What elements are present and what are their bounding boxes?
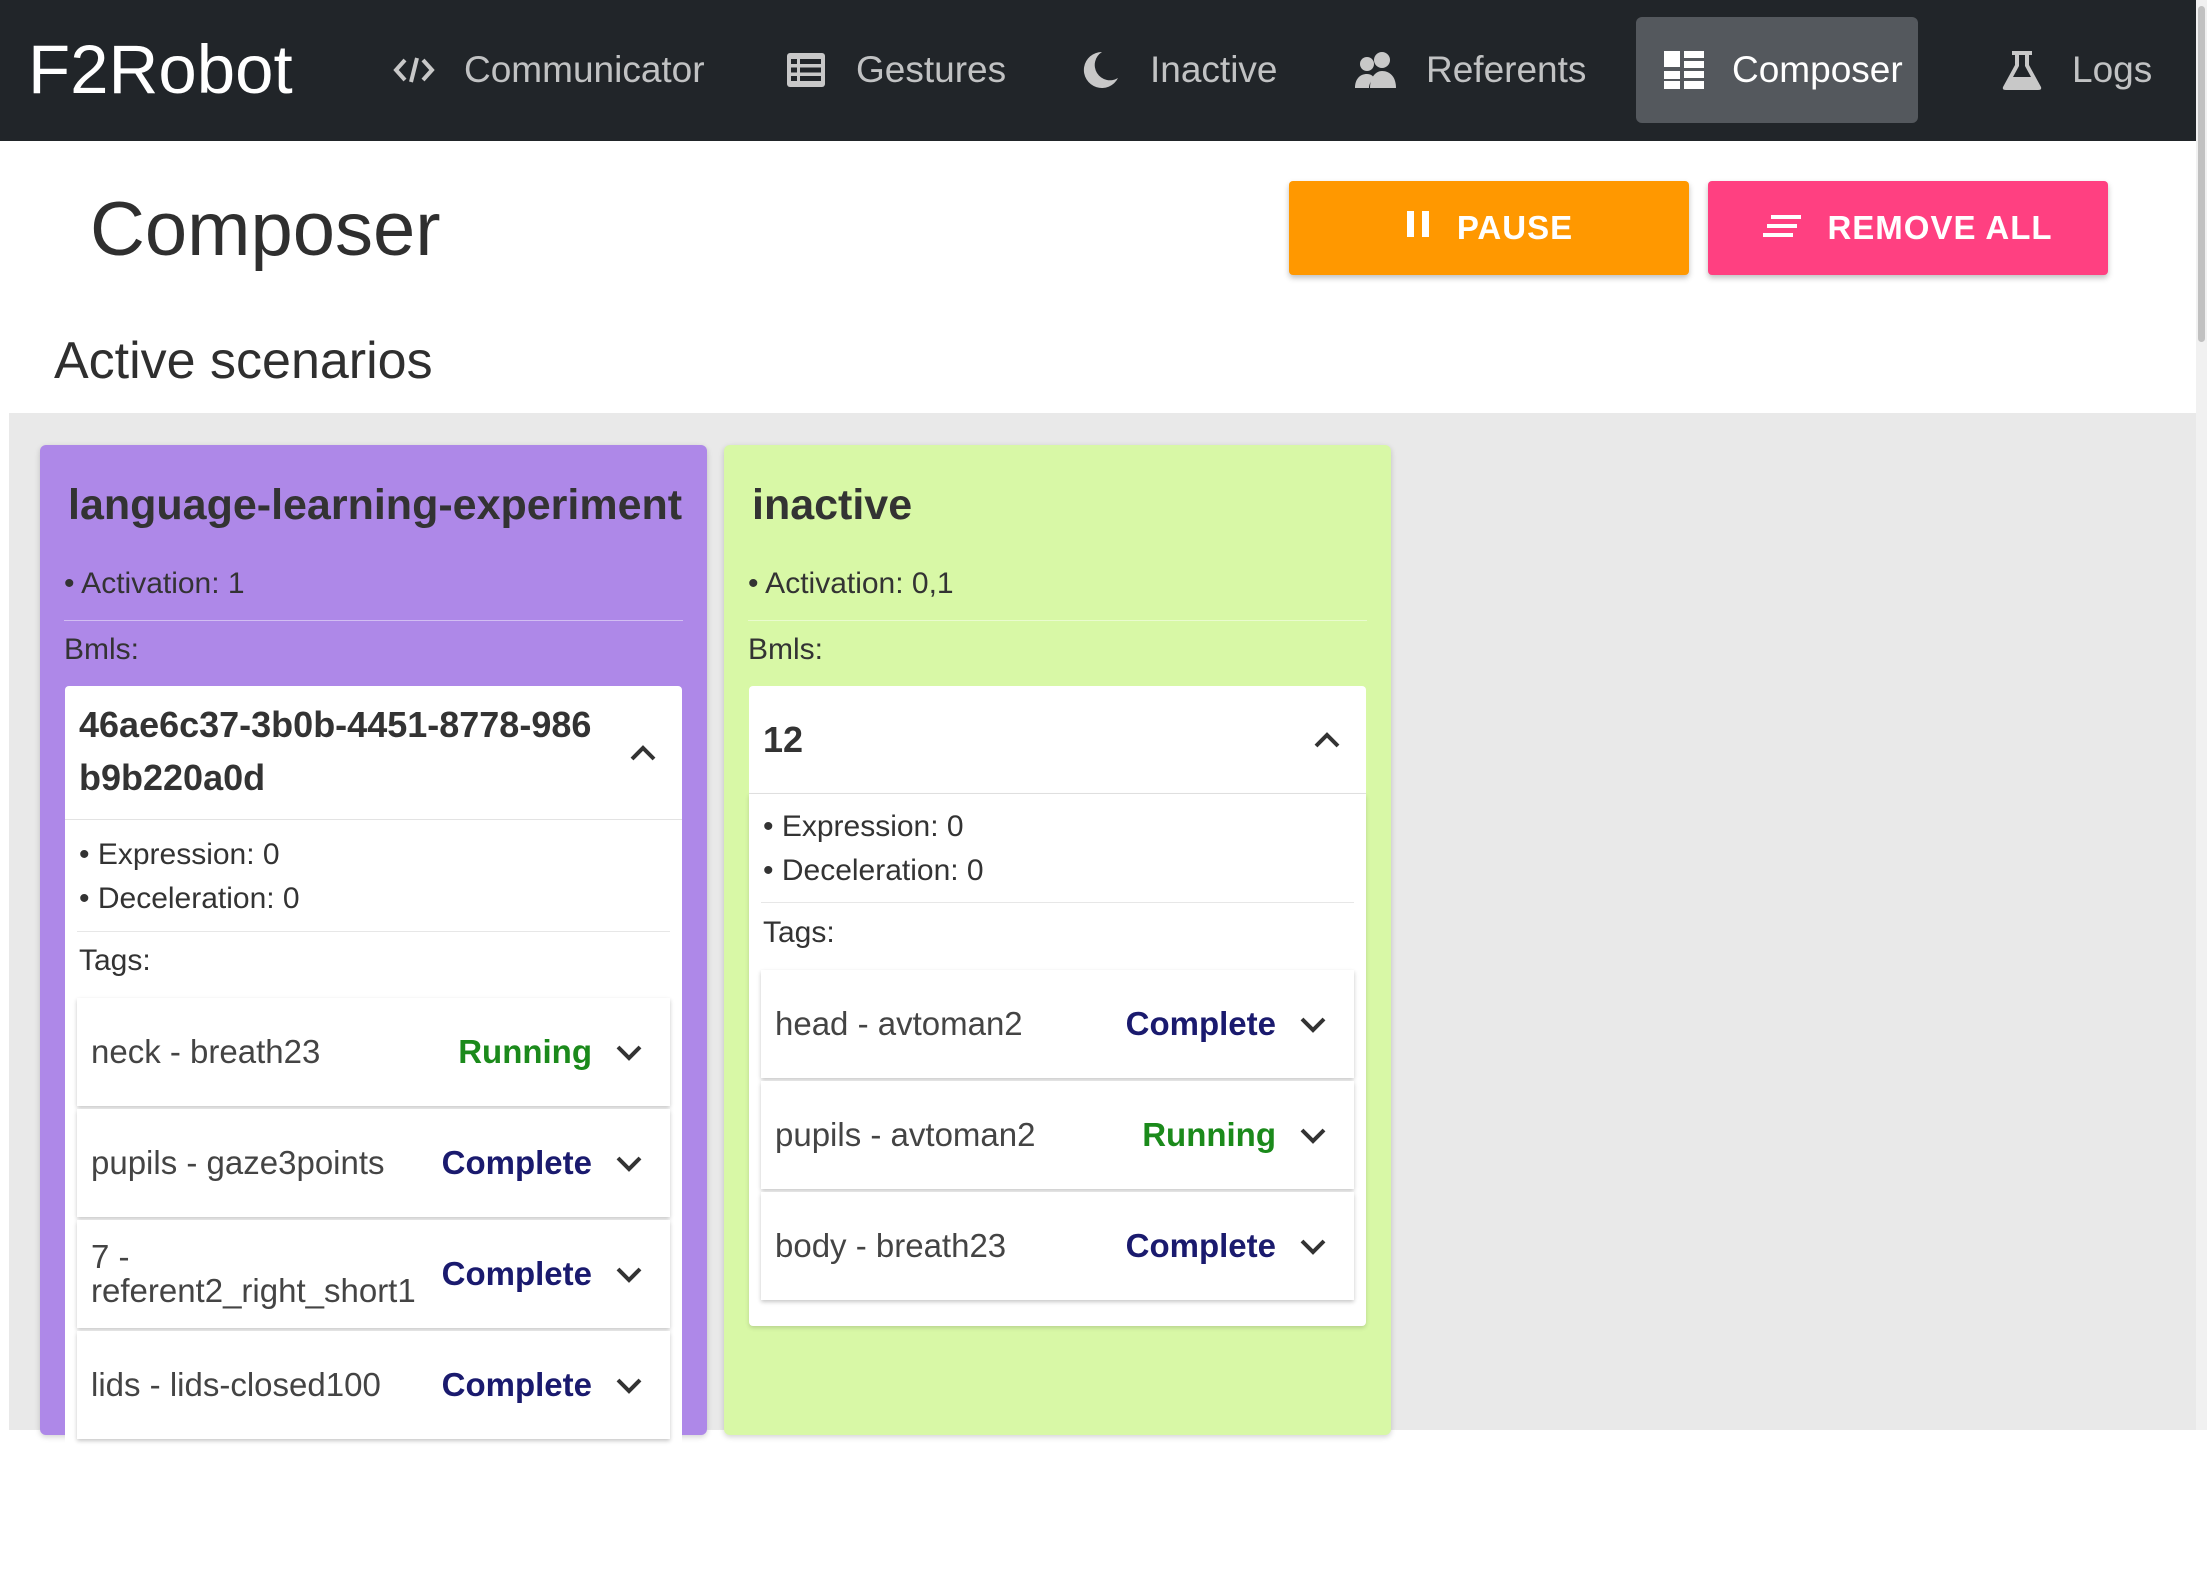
- tag-name: body - breath23: [775, 1227, 1007, 1264]
- nav-composer[interactable]: Composer: [1636, 17, 1918, 123]
- chevron-up-icon[interactable]: [626, 736, 660, 770]
- page-title: Composer: [90, 187, 441, 272]
- people-icon: [1354, 48, 1398, 92]
- flask-icon: [2000, 48, 2044, 92]
- code-icon: [392, 48, 436, 92]
- tag-name: pupils - gaze3points: [91, 1144, 385, 1181]
- bml-expression: • Expression: 0: [79, 838, 280, 871]
- scenario-activation: • Activation: 0,1: [748, 567, 954, 600]
- page-scrollbar[interactable]: [2196, 0, 2207, 1430]
- list-icon: [784, 48, 828, 92]
- chevron-down-icon[interactable]: [612, 1368, 646, 1402]
- tag-name: pupils - avtoman2: [775, 1116, 1036, 1153]
- tag-status: Complete: [1125, 1005, 1276, 1042]
- bml-body: • Expression: 0 • Deceleration: 0 Tags: …: [65, 820, 682, 1580]
- clear-all-icon: [1763, 209, 1802, 247]
- divider: [761, 902, 1354, 903]
- tag-status: Complete: [441, 1255, 592, 1292]
- tag-status: Complete: [1125, 1227, 1276, 1264]
- chevron-down-icon[interactable]: [612, 1035, 646, 1069]
- tag-row[interactable]: pupils - avtoman2 Running: [761, 1081, 1354, 1189]
- nav-label: Communicator: [464, 49, 705, 90]
- nav-communicator[interactable]: Communicator: [364, 17, 733, 123]
- divider: [77, 931, 670, 932]
- tag-row[interactable]: 7 - referent2_right_short1 Complete: [77, 1220, 670, 1328]
- nav-label: Gestures: [856, 49, 1007, 90]
- top-navbar: F2Robot Communicator Gestures Inactive R…: [0, 0, 2196, 141]
- scenario-name: inactive: [752, 481, 913, 529]
- tag-status: Running: [1142, 1116, 1276, 1153]
- scenario-name: language-learning-experiment: [68, 481, 683, 529]
- tag-name: lids - lids-closed100: [91, 1366, 381, 1403]
- chevron-down-icon[interactable]: [1296, 1007, 1330, 1041]
- nav-inactive[interactable]: Inactive: [1050, 17, 1306, 123]
- tag-status: Complete: [441, 1366, 592, 1403]
- tag-row[interactable]: pupils - gaze3points Complete: [77, 1109, 670, 1217]
- tag-row[interactable]: lids - lids-closed100 Complete: [77, 1331, 670, 1439]
- pause-button[interactable]: PAUSE: [1289, 181, 1689, 275]
- scrollbar-thumb[interactable]: [2198, 6, 2205, 342]
- bml-panel: 46ae6c37-3b0b-4451-8778-986 b9b220a0d • …: [65, 686, 682, 1580]
- bmls-label: Bmls:: [748, 633, 823, 666]
- brand-logo[interactable]: F2Robot: [28, 28, 293, 112]
- chevron-down-icon[interactable]: [1296, 1118, 1330, 1152]
- nav-label: Referents: [1426, 49, 1587, 90]
- bml-deceleration: • Deceleration: 0: [763, 854, 984, 887]
- chevron-down-icon[interactable]: [612, 1257, 646, 1291]
- chevron-up-icon[interactable]: [1310, 723, 1344, 757]
- chevron-down-icon[interactable]: [1296, 1229, 1330, 1263]
- dashboard-icon: [1664, 48, 1704, 92]
- tag-name: 7 - referent2_right_short1: [91, 1238, 416, 1309]
- remove-all-label: REMOVE ALL: [1827, 209, 2053, 246]
- tag-name: head - avtoman2: [775, 1005, 1023, 1042]
- nav-label: Logs: [2072, 49, 2153, 90]
- bml-expression: • Expression: 0: [763, 810, 964, 843]
- nav-logs[interactable]: Logs: [1972, 17, 2180, 123]
- tag-status: Running: [458, 1033, 592, 1070]
- tags-label: Tags:: [763, 916, 835, 949]
- remove-all-button[interactable]: REMOVE ALL: [1708, 181, 2108, 275]
- nav-label: Composer: [1732, 49, 1903, 90]
- pause-icon: [1405, 209, 1431, 247]
- section-title: Active scenarios: [54, 332, 433, 390]
- bml-id-continued: b9b220a0d: [79, 757, 266, 798]
- bmls-label: Bmls:: [64, 633, 139, 666]
- scenario-card: inactive • Activation: 0,1 Bmls: 12 • Ex…: [724, 445, 1391, 1435]
- bml-id: 12: [763, 719, 804, 760]
- bml-header[interactable]: 12: [749, 686, 1366, 794]
- nav-referents[interactable]: Referents: [1326, 17, 1614, 123]
- tag-row[interactable]: neck - breath23 Running: [77, 998, 670, 1106]
- moon-icon: [1078, 48, 1122, 92]
- bml-id: 46ae6c37-3b0b-4451-8778-986: [79, 704, 592, 745]
- nav-label: Inactive: [1150, 49, 1278, 90]
- divider: [748, 620, 1367, 621]
- bml-body: • Expression: 0 • Deceleration: 0 Tags: …: [749, 794, 1366, 1326]
- bml-header[interactable]: 46ae6c37-3b0b-4451-8778-986 b9b220a0d: [65, 686, 682, 820]
- tag-row[interactable]: body - breath23 Complete: [761, 1192, 1354, 1300]
- tag-name: neck - breath23: [91, 1033, 321, 1070]
- tag-status: Complete: [441, 1144, 592, 1181]
- nav-gestures[interactable]: Gestures: [756, 17, 1034, 123]
- scenario-card: language-learning-experiment • Activatio…: [40, 445, 707, 1580]
- tags-label: Tags:: [79, 944, 151, 977]
- bml-panel: 12 • Expression: 0 • Deceleration: 0 Tag…: [749, 686, 1366, 1326]
- bml-deceleration: • Deceleration: 0: [79, 882, 300, 915]
- pause-label: PAUSE: [1456, 209, 1574, 246]
- tag-row[interactable]: head - avtoman2 Complete: [761, 970, 1354, 1078]
- divider: [64, 620, 683, 621]
- scenario-activation: • Activation: 1: [64, 567, 245, 600]
- chevron-down-icon[interactable]: [612, 1146, 646, 1180]
